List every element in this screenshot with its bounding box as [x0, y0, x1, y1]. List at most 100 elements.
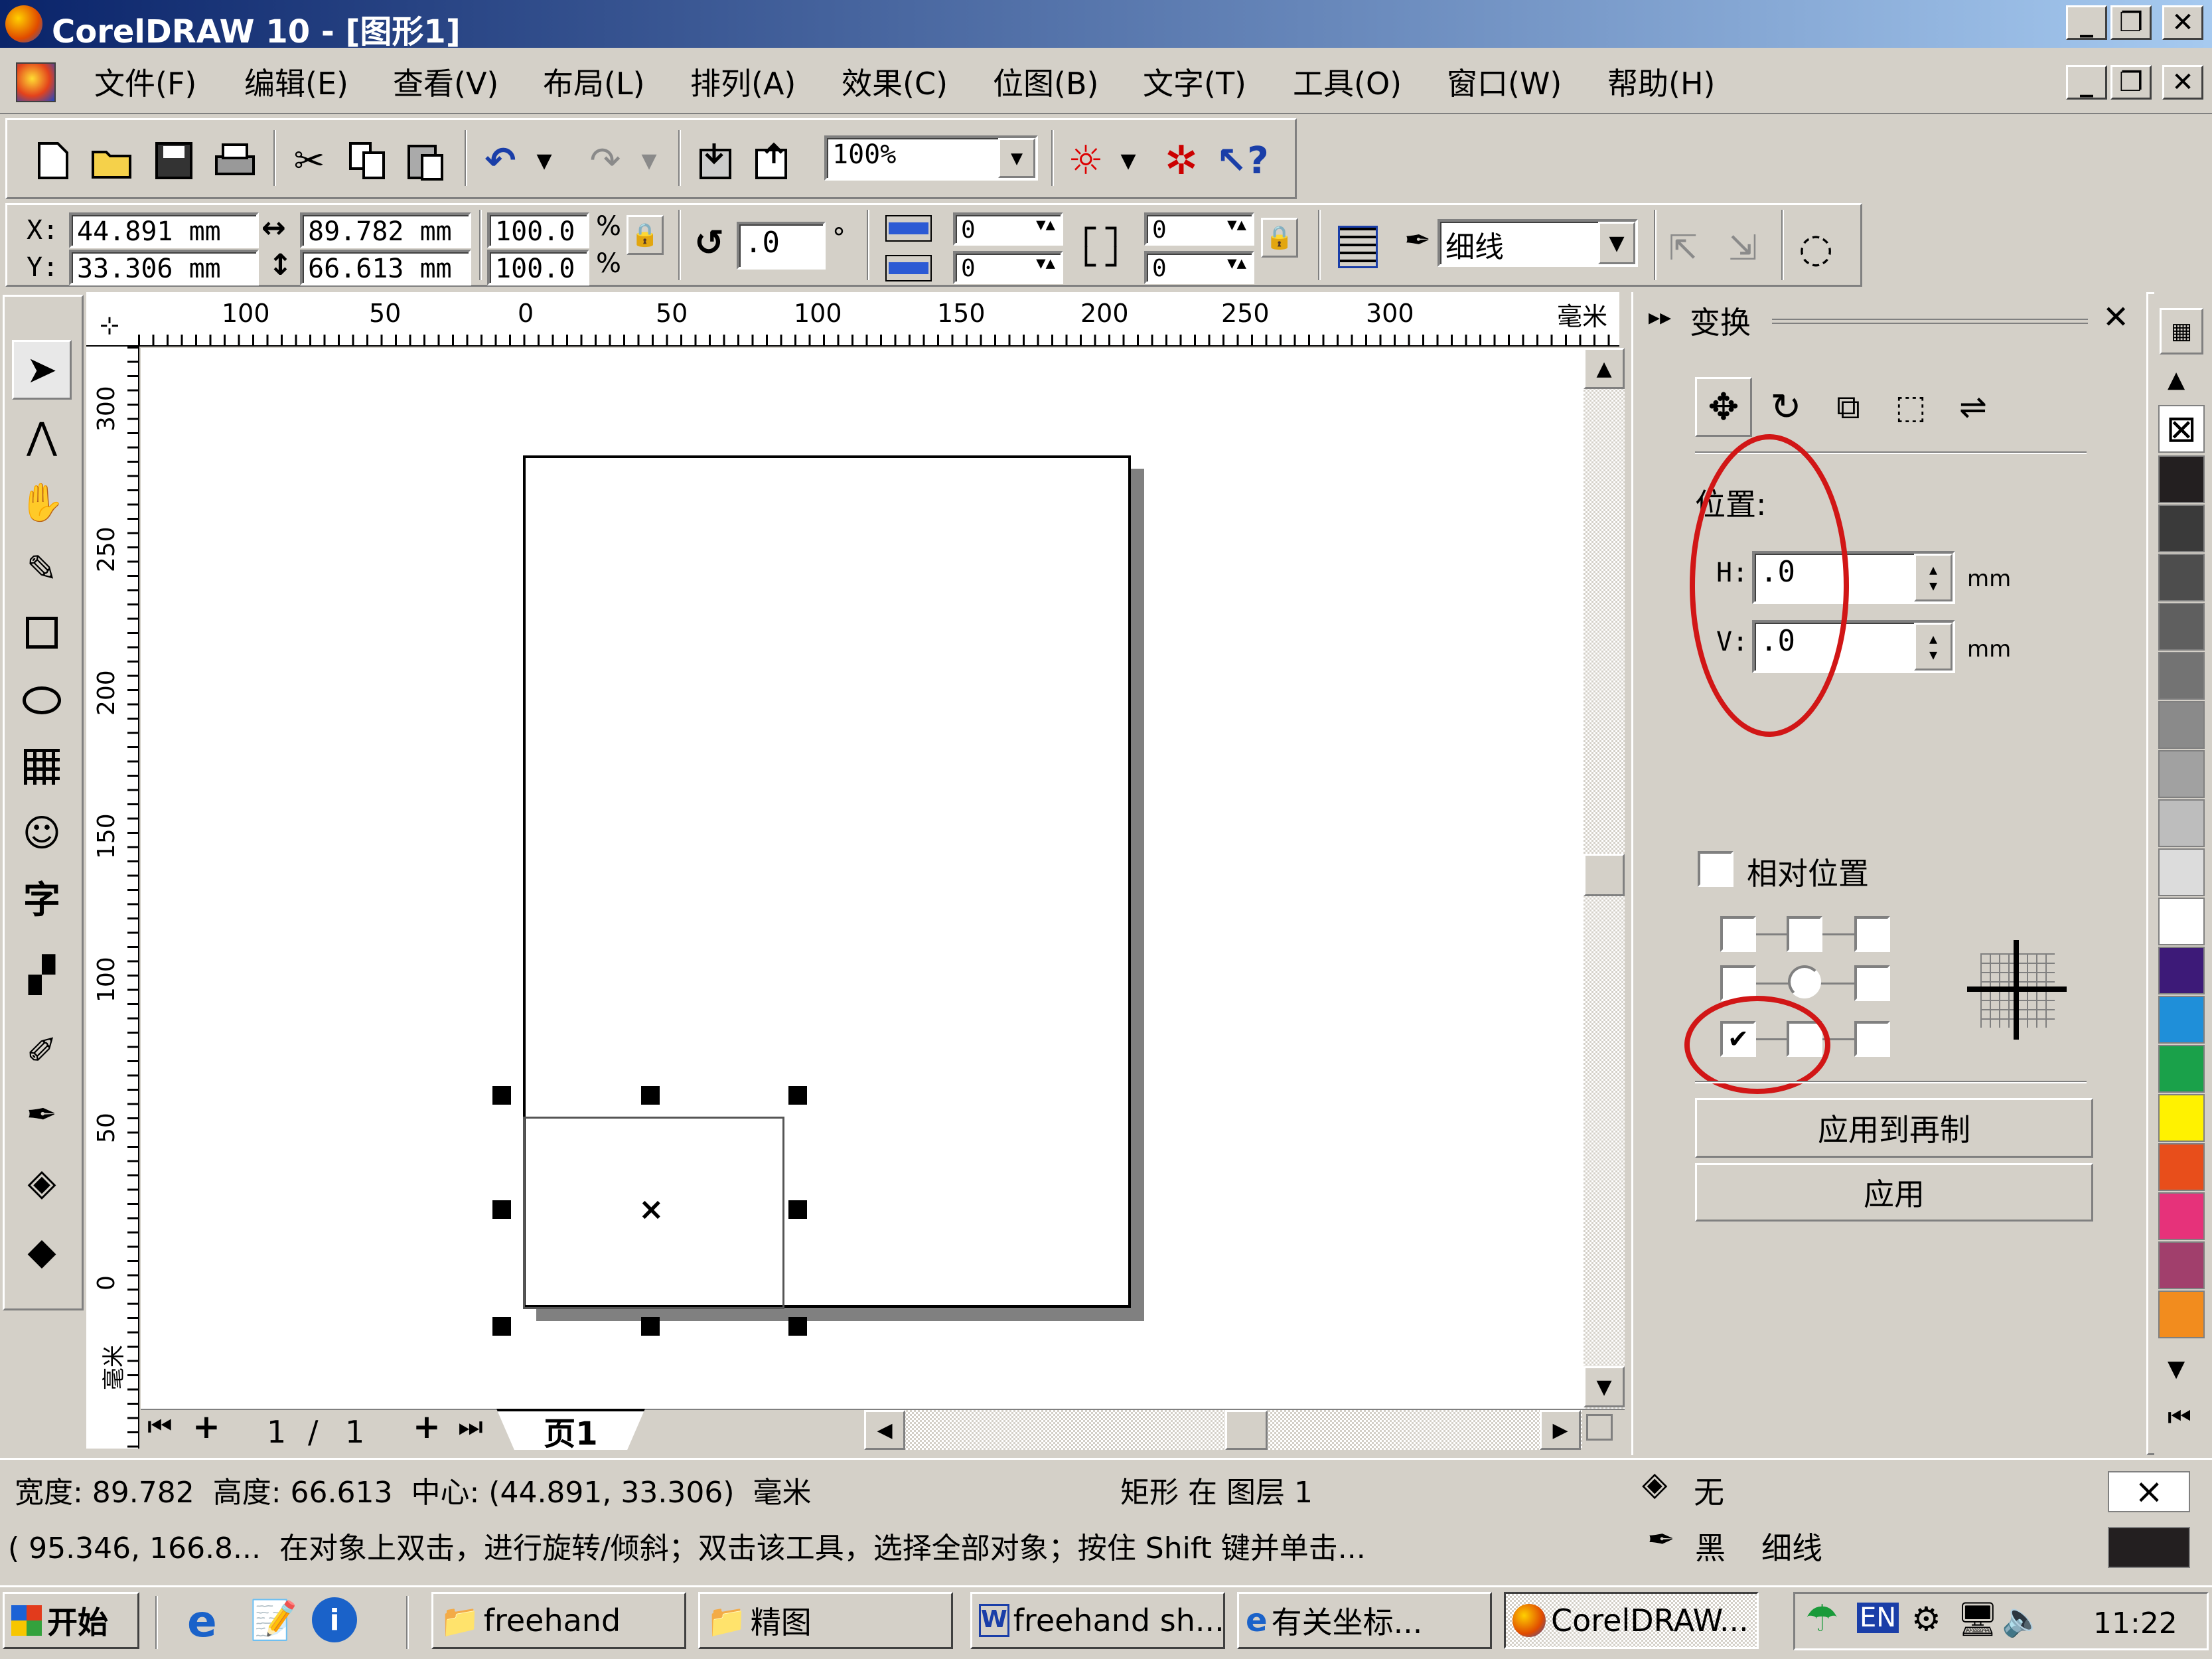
corner-roundness-tr-input[interactable]: 0 ▼▲: [1144, 212, 1254, 246]
app-icon[interactable]: [5, 5, 42, 42]
application-launcher-icon[interactable]: ☼: [1062, 137, 1110, 185]
to-back-icon[interactable]: ⇲: [1719, 224, 1767, 272]
position-tab-icon[interactable]: ✥: [1695, 377, 1752, 437]
save-icon[interactable]: [150, 137, 198, 185]
import-icon[interactable]: [690, 137, 738, 185]
selection-handle-bl[interactable]: [492, 1317, 511, 1336]
selection-handle-ml[interactable]: [492, 1200, 511, 1219]
menu-bitmaps[interactable]: 位图(B): [993, 60, 1098, 104]
palette-swatch[interactable]: [2158, 799, 2205, 847]
network-tray-icon[interactable]: ☂: [1805, 1597, 1838, 1640]
pick-tool-icon[interactable]: ➤: [12, 340, 72, 400]
taskbar-item-coreldraw[interactable]: CorelDRAW...: [1504, 1592, 1759, 1649]
docker-collapse-icon[interactable]: ▸▸: [1649, 304, 1671, 331]
menu-file[interactable]: 文件(F): [94, 60, 196, 104]
selection-handle-tr[interactable]: [788, 1086, 807, 1105]
display-tray-icon[interactable]: 🖥: [1956, 1600, 1998, 1639]
eyedropper-tool-icon[interactable]: ✐: [12, 1021, 72, 1081]
print-icon[interactable]: [211, 137, 259, 185]
export-icon[interactable]: [750, 137, 798, 185]
corel-online-icon[interactable]: ✲: [1157, 137, 1205, 185]
vertical-scroll-thumb[interactable]: [1584, 854, 1625, 896]
palette-swatch[interactable]: [2158, 603, 2205, 651]
rectangle-tool-icon[interactable]: [12, 603, 72, 663]
launcher-dropdown-icon[interactable]: ▼: [1115, 137, 1142, 185]
spin-arrows-icon[interactable]: ▼▲: [1227, 215, 1246, 234]
open-file-icon[interactable]: [89, 137, 137, 185]
palette-swatch[interactable]: [2158, 1143, 2205, 1191]
apply-to-duplicate-button[interactable]: 应用到再制: [1695, 1098, 2093, 1158]
spin-arrows-icon[interactable]: ▼▲: [1227, 254, 1246, 272]
palette-swatch[interactable]: [2158, 455, 2205, 503]
undo-dropdown-icon[interactable]: ▼: [531, 137, 557, 185]
anchor-bottom-right-checkbox[interactable]: [1854, 1021, 1890, 1057]
outline-color-swatch[interactable]: [2108, 1527, 2190, 1568]
palette-scroll-up-icon[interactable]: ▲: [2168, 366, 2185, 393]
palette-swatch[interactable]: [2158, 1291, 2205, 1338]
corner-roundness-tl-input[interactable]: 0 ▼▲: [953, 212, 1063, 246]
horizontal-scrollbar[interactable]: [864, 1410, 1582, 1450]
anchor-center-radio[interactable]: [1788, 965, 1821, 998]
y-position-input[interactable]: 33.306 mm: [69, 250, 259, 285]
interactive-fill-tool-icon[interactable]: ◆: [12, 1222, 72, 1281]
scroll-up-button[interactable]: ▲: [1584, 348, 1625, 389]
horizontal-scroll-thumb[interactable]: [1225, 1410, 1268, 1450]
cut-icon[interactable]: ✂: [285, 137, 333, 185]
document-icon[interactable]: [16, 62, 56, 102]
menu-view[interactable]: 查看(V): [393, 60, 498, 104]
anchor-top-left-checkbox[interactable]: [1720, 916, 1756, 952]
zoom-dropdown-button[interactable]: ▼: [998, 138, 1035, 178]
first-page-icon[interactable]: ⏮: [147, 1410, 173, 1443]
menu-edit[interactable]: 编辑(E): [244, 60, 348, 104]
zoom-pan-tool-icon[interactable]: ✋: [12, 473, 72, 532]
ie-quicklaunch-icon[interactable]: e: [187, 1596, 217, 1647]
apply-button[interactable]: 应用: [1695, 1163, 2093, 1222]
redo-icon[interactable]: ↷: [581, 137, 629, 185]
menu-window[interactable]: 窗口(W): [1447, 60, 1562, 104]
height-input[interactable]: 66.613 mm: [300, 250, 471, 285]
palette-swatch[interactable]: [2158, 1192, 2205, 1240]
palette-swatch[interactable]: [2158, 947, 2205, 994]
width-input[interactable]: 89.782 mm: [300, 212, 471, 248]
taskbar-item-freehand[interactable]: 📁 freehand: [431, 1592, 686, 1649]
scroll-right-button[interactable]: ▶: [1540, 1410, 1581, 1450]
menu-effects[interactable]: 效果(C): [842, 60, 948, 104]
scale-mirror-tab-icon[interactable]: ⧉: [1820, 377, 1877, 437]
palette-options-icon[interactable]: ▦: [2160, 308, 2203, 355]
anchor-top-right-checkbox[interactable]: [1854, 916, 1890, 952]
doc-restore-button[interactable]: ❐: [2110, 65, 2152, 100]
start-button[interactable]: 开始: [3, 1592, 139, 1649]
taskbar-item-coordinates[interactable]: e 有关坐标...: [1237, 1592, 1492, 1649]
notepad-quicklaunch-icon[interactable]: 📝: [250, 1597, 297, 1643]
no-color-swatch[interactable]: ⊠: [2158, 405, 2205, 453]
convert-to-curves-icon[interactable]: ◌: [1792, 224, 1840, 272]
relative-position-checkbox[interactable]: [1698, 851, 1733, 887]
palette-swatch[interactable]: [2158, 1241, 2205, 1289]
close-button[interactable]: ✕: [2162, 5, 2203, 40]
scroll-left-button[interactable]: ◀: [864, 1410, 905, 1450]
palette-swatch[interactable]: [2158, 505, 2205, 552]
palette-swatch[interactable]: [2158, 750, 2205, 798]
palette-scroll-down-icon[interactable]: ▼: [2168, 1356, 2185, 1382]
restore-button[interactable]: ❐: [2110, 5, 2152, 40]
ruler-origin-icon[interactable]: ⊹: [100, 312, 119, 339]
menu-help[interactable]: 帮助(H): [1607, 60, 1715, 104]
outline-dropdown-button[interactable]: ▼: [1598, 222, 1635, 264]
doc-minimize-button[interactable]: _: [2066, 65, 2107, 100]
menu-text[interactable]: 文字(T): [1143, 60, 1246, 104]
new-file-icon[interactable]: [29, 137, 77, 185]
taskbar-item-jingtu[interactable]: 📁 精图: [698, 1592, 953, 1649]
last-page-icon[interactable]: ⏭: [458, 1410, 483, 1443]
selection-handle-tm[interactable]: [641, 1086, 660, 1105]
scale-x-input[interactable]: 100.0: [487, 212, 589, 248]
info-quicklaunch-icon[interactable]: i: [312, 1597, 357, 1642]
corner-lock-icon[interactable]: 🔒: [1261, 218, 1298, 258]
mirror-vertical-icon[interactable]: [885, 255, 932, 281]
selection-handle-bm[interactable]: [641, 1317, 660, 1336]
tools-tray-icon[interactable]: ⚙: [1911, 1600, 1941, 1638]
prev-page-add-icon[interactable]: +: [192, 1407, 220, 1446]
page-tab[interactable]: 页1: [496, 1409, 645, 1450]
copy-icon[interactable]: [344, 137, 392, 185]
selection-handle-br[interactable]: [788, 1317, 807, 1336]
ellipse-tool-icon[interactable]: [12, 671, 72, 730]
